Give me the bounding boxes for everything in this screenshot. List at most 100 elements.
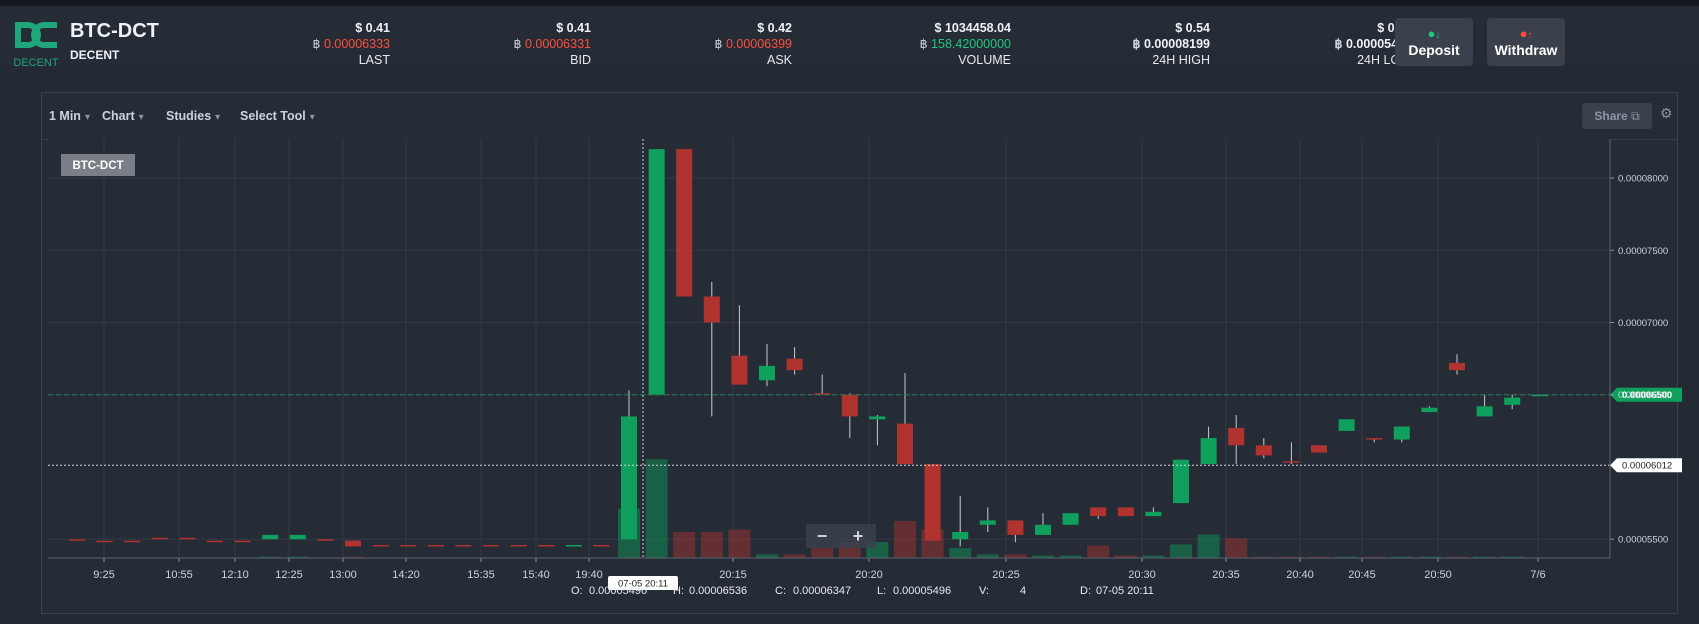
ohlc-c-label: C: <box>775 585 786 597</box>
candle-body <box>124 540 141 543</box>
volume-bar <box>1225 538 1248 558</box>
x-tick-label: 10:55 <box>165 569 193 581</box>
candle-body <box>69 539 85 541</box>
y-tick-label: 0.00008000 <box>1618 174 1668 185</box>
candle-body <box>1117 507 1134 517</box>
x-tick-label: 14:20 <box>392 569 420 581</box>
candle-body <box>1449 362 1465 371</box>
candle-body <box>1366 438 1383 440</box>
x-tick-label: 15:35 <box>467 569 495 581</box>
volume-bar <box>728 529 751 558</box>
volume-bar <box>949 548 972 558</box>
y-tick-label: 0.00007500 <box>1618 246 1668 257</box>
candle-body <box>151 537 168 540</box>
candle-body <box>759 365 775 381</box>
x-tick-label: 20:40 <box>1286 569 1314 581</box>
ohlc-o-label: O: <box>571 585 583 597</box>
chart-grid <box>48 139 1610 558</box>
x-tick-label: 15:40 <box>522 569 550 581</box>
candle-body <box>1476 406 1493 417</box>
x-tick-label: 20:50 <box>1424 569 1452 581</box>
x-tick-label: 20:30 <box>1128 569 1156 581</box>
y-tick-label: 0.00007000 <box>1618 318 1668 329</box>
volume-bar <box>700 532 723 558</box>
candle-body <box>262 534 279 540</box>
candle-body <box>345 540 361 547</box>
x-tick-label: 20:45 <box>1348 569 1376 581</box>
x-tick-label: 7/6 <box>1530 569 1545 581</box>
candle-body <box>565 544 582 547</box>
candle-body <box>538 544 555 547</box>
candle-body <box>289 534 306 540</box>
x-tick-label: 20:15 <box>719 569 747 581</box>
y-tick-label: 0.00005500 <box>1618 535 1668 546</box>
candle-body <box>703 296 720 323</box>
volume-bar <box>1197 534 1220 558</box>
candle-body <box>593 544 610 547</box>
candle-body <box>1035 524 1051 535</box>
candle-body <box>372 544 389 547</box>
candle-body <box>648 149 665 395</box>
candle-body <box>1421 407 1438 413</box>
volume-bar <box>645 459 668 558</box>
volume-bar <box>811 548 834 558</box>
candle-body <box>400 544 417 547</box>
y-tick-label: 0.00006500 <box>1618 390 1668 401</box>
volume-bar <box>1004 554 1027 558</box>
candle-body <box>731 355 748 385</box>
x-tick-label: 12:25 <box>275 569 303 581</box>
candle-body <box>1338 419 1355 431</box>
ohlc-d-value: 07-05 20:11 <box>1096 585 1154 597</box>
candle-body <box>317 539 334 541</box>
zoom-out-button[interactable]: − <box>817 526 828 546</box>
zoom-controls[interactable]: − + <box>806 524 876 548</box>
volume-bar <box>976 554 999 558</box>
candle-body <box>207 540 223 543</box>
plot-area <box>48 139 1610 558</box>
candle-body <box>1255 445 1272 456</box>
x-tick-label: 20:25 <box>992 569 1020 581</box>
candle-body <box>427 544 444 547</box>
candle-body <box>924 464 941 541</box>
candle-body <box>676 149 693 297</box>
candle-body <box>1311 445 1327 453</box>
ohlc-v-value: 4 <box>1020 585 1027 597</box>
candle-body <box>1007 520 1024 535</box>
ohlc-l-value: 0.00005496 <box>893 585 952 597</box>
price-chart[interactable]: 0.000065000.0000601207-05 20:11BTC-DCT− +… <box>0 0 1699 624</box>
x-tick-label: 13:00 <box>329 569 357 581</box>
x-tick-label: 9:25 <box>93 569 114 581</box>
candle-body <box>869 416 886 420</box>
ohlc-o-value: 0.00005496 <box>589 585 648 597</box>
candle-body <box>897 423 913 465</box>
candle-body <box>1504 397 1521 405</box>
candle-body <box>455 544 472 547</box>
candle-body <box>841 394 858 417</box>
x-tick-label: 20:35 <box>1212 569 1240 581</box>
candle-body <box>1393 426 1410 440</box>
candle-body <box>786 358 803 371</box>
x-tick-label: 12:10 <box>221 569 249 581</box>
ohlc-d-label: D: <box>1080 585 1091 597</box>
volume-bar <box>756 554 778 558</box>
volume-bar <box>673 532 696 558</box>
x-tick-label: 20:20 <box>855 569 883 581</box>
candle-body <box>1173 459 1189 504</box>
crosshair-price-label: 0.00006012 <box>1622 461 1672 472</box>
volume-bar <box>783 554 806 558</box>
candle-body <box>1283 461 1300 463</box>
candle-body <box>179 537 196 540</box>
candle-body <box>1228 427 1245 446</box>
candle-body <box>979 520 996 525</box>
ohlc-h-label: H: <box>673 585 684 597</box>
candle-body <box>1062 513 1079 525</box>
zoom-in-button[interactable]: + <box>853 526 864 546</box>
candle-body <box>1200 438 1217 465</box>
candle-body <box>1145 511 1162 517</box>
candle-body <box>483 544 499 547</box>
candle-body <box>96 540 113 543</box>
ohlc-c-value: 0.00006347 <box>793 585 852 597</box>
ohlc-v-label: V: <box>979 585 989 597</box>
ohlc-h-value: 0.00006536 <box>689 585 748 597</box>
candle-body <box>952 531 969 540</box>
